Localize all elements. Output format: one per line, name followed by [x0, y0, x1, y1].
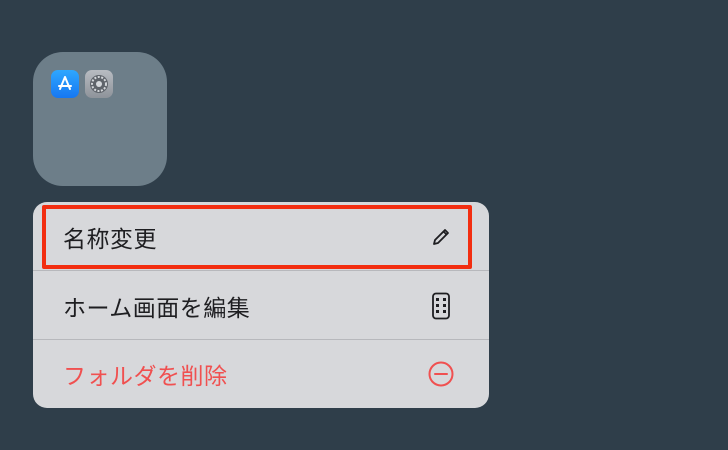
app-folder[interactable]: [33, 52, 167, 186]
app-store-icon: [51, 70, 79, 98]
highlight-annotation-box: [42, 205, 472, 269]
phone-screen-icon: [427, 292, 455, 320]
minus-circle-icon: [427, 360, 455, 388]
edit-home-screen-menu-item[interactable]: ホーム画面を編集: [33, 271, 489, 340]
delete-folder-menu-item[interactable]: フォルダを削除: [33, 340, 489, 408]
settings-gear-icon: [85, 70, 113, 98]
edit-home-screen-label: ホーム画面を編集: [63, 295, 251, 322]
delete-folder-label: フォルダを削除: [63, 364, 228, 390]
